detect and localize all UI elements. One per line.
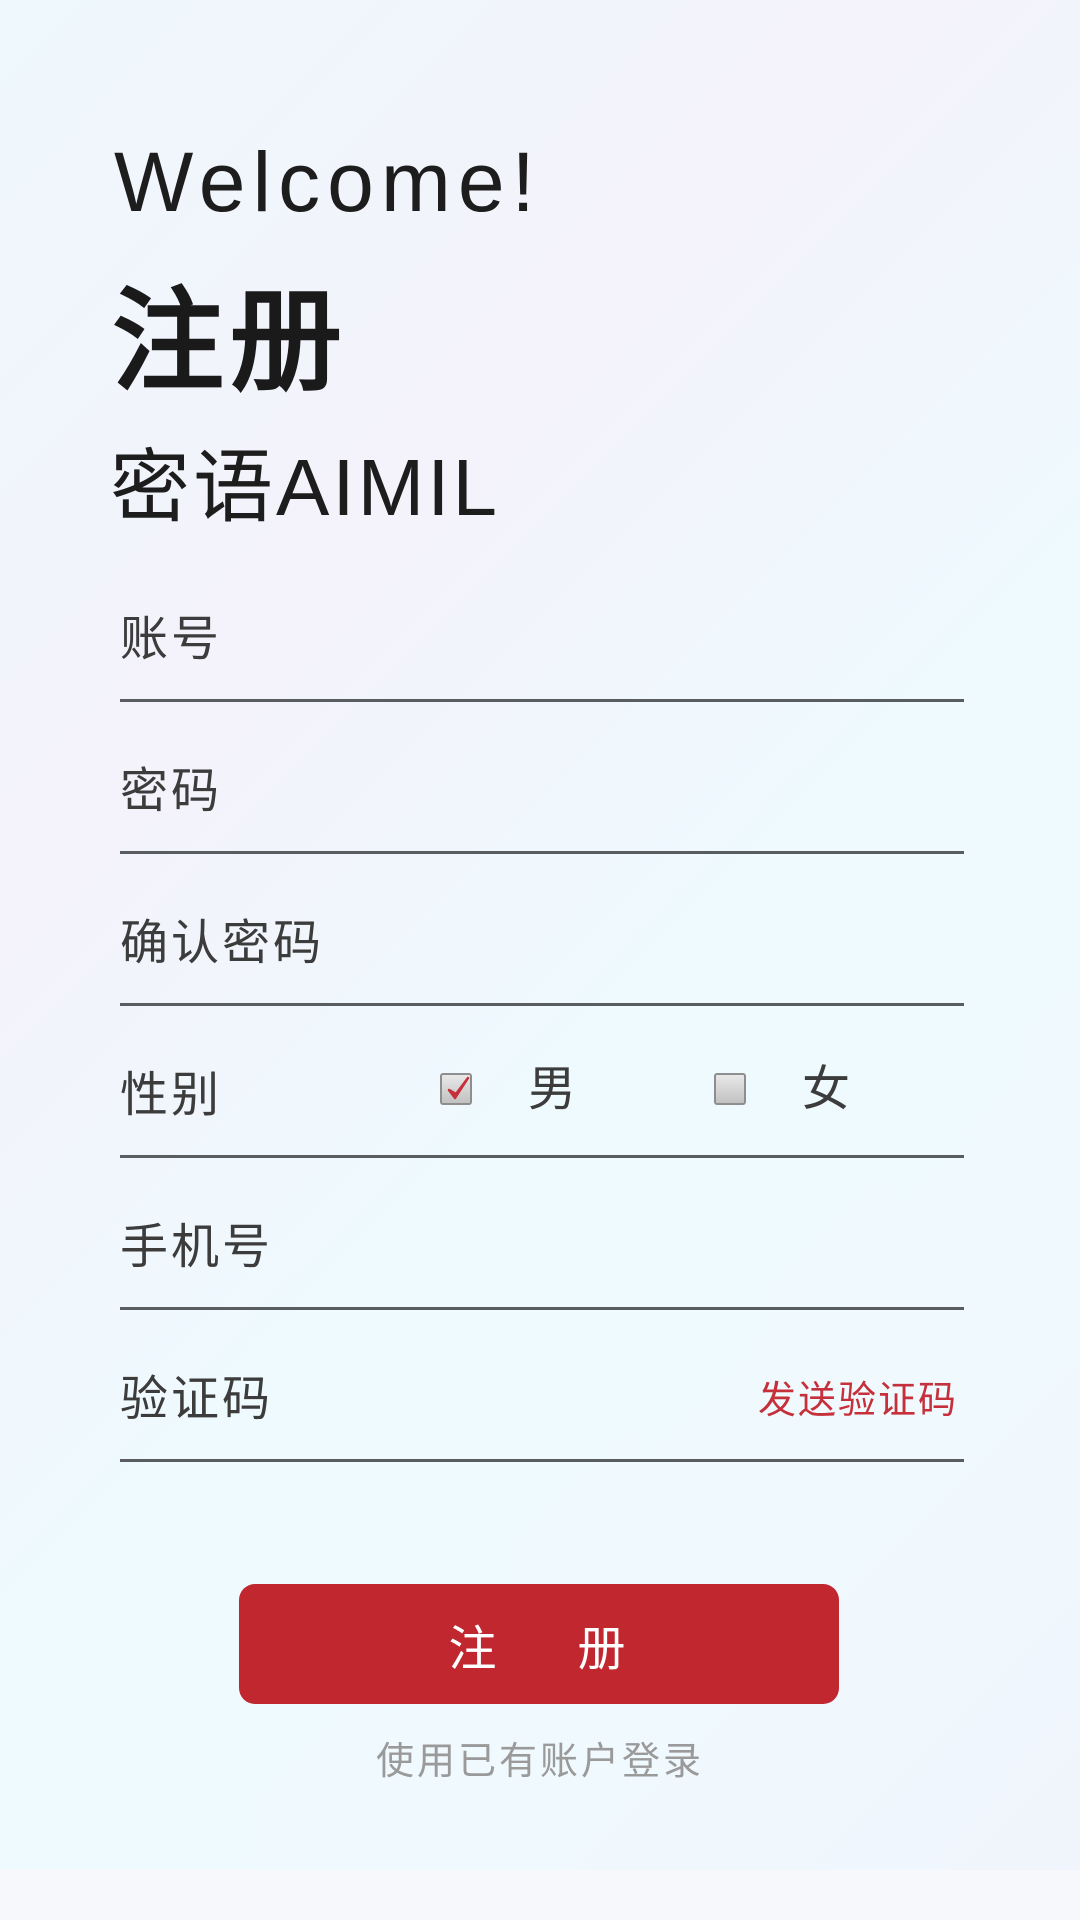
password-field[interactable]: 密码 — [120, 702, 964, 854]
register-button-label: 注 册 — [448, 1621, 630, 1677]
account-input[interactable] — [120, 550, 964, 699]
code-field[interactable]: 验证码 发送验证码 — [120, 1310, 964, 1462]
code-label: 验证码 — [120, 1371, 274, 1427]
gender-label: 性别 — [120, 1067, 223, 1123]
register-button[interactable]: 注 册 — [239, 1584, 839, 1704]
bottom-bar — [0, 1870, 1080, 1920]
check-icon — [447, 1076, 470, 1100]
account-field[interactable]: 账号 — [120, 550, 964, 702]
confirm-password-label: 确认密码 — [120, 915, 325, 971]
page-title: 注册 — [112, 277, 348, 407]
login-existing-account-link[interactable]: 使用已有账户登录 — [0, 1742, 1080, 1780]
gender-field: 性别 男 女 — [120, 1006, 964, 1158]
male-checkbox[interactable] — [440, 1073, 472, 1105]
gender-female-option[interactable]: 女 — [714, 1065, 850, 1113]
app-name: 密语AIMIL — [110, 443, 500, 532]
welcome-text: Welcome! — [114, 135, 542, 229]
phone-label: 手机号 — [120, 1219, 274, 1275]
female-label: 女 — [802, 1061, 851, 1117]
male-label: 男 — [528, 1061, 577, 1117]
send-code-button[interactable]: 发送验证码 — [758, 1381, 958, 1419]
password-label: 密码 — [120, 763, 223, 819]
female-checkbox[interactable] — [714, 1073, 746, 1105]
confirm-password-field[interactable]: 确认密码 — [120, 854, 964, 1006]
gender-male-option[interactable]: 男 — [440, 1065, 576, 1113]
password-input[interactable] — [120, 702, 964, 851]
account-label: 账号 — [120, 611, 223, 667]
phone-field[interactable]: 手机号 — [120, 1158, 964, 1310]
